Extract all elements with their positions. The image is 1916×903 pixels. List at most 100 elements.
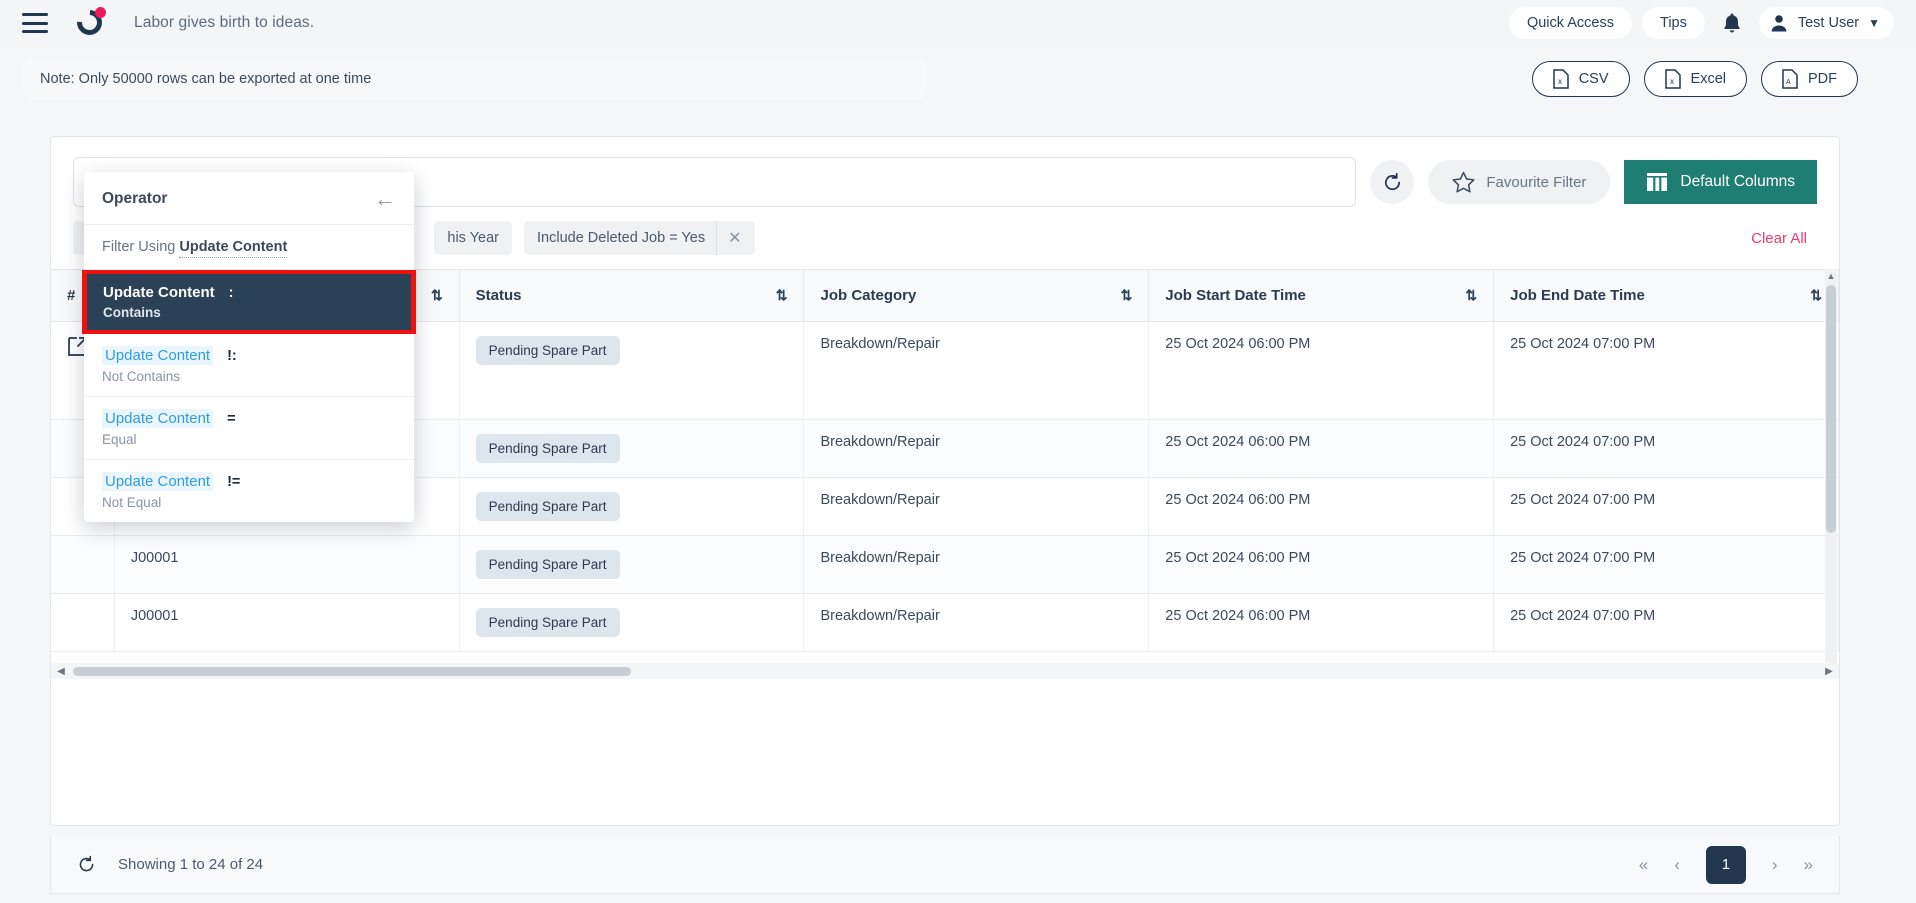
sort-toggle-icon[interactable]: ⇅ — [1465, 287, 1477, 304]
operator-option-field: Update Content — [102, 472, 214, 491]
column-header-label: Status — [475, 287, 522, 304]
status-badge: Pending Spare Part — [475, 492, 620, 521]
refresh-button[interactable] — [1370, 160, 1415, 204]
default-columns-label: Default Columns — [1680, 173, 1795, 190]
sort-toggle-icon[interactable]: ⇅ — [776, 287, 788, 304]
tagline-text: Labor gives birth to ideas. — [134, 14, 315, 31]
pagination-next-button[interactable]: › — [1772, 855, 1778, 875]
scroll-up-icon[interactable]: ▲ — [1825, 269, 1837, 283]
export-pdf-label: PDF — [1808, 71, 1837, 87]
pagination-first-button[interactable]: « — [1639, 855, 1648, 875]
table-vertical-scrollbar[interactable]: ▲ ▼ — [1825, 269, 1837, 679]
top-navigation-bar: Labor gives birth to ideas. Quick Access… — [0, 0, 1916, 46]
app-logo[interactable] — [71, 4, 108, 41]
favourite-filter-button[interactable]: Favourite Filter — [1428, 160, 1611, 204]
top-bar-actions: Quick Access Tips Test User ▼ — [1508, 6, 1894, 40]
cell-job-category: Breakdown/Repair — [803, 321, 1150, 420]
operator-option-field: Update Content — [102, 346, 214, 365]
row-action-cell[interactable] — [51, 593, 115, 652]
operator-option-description: Equal — [102, 432, 137, 447]
filter-chip[interactable]: his Year — [434, 221, 512, 255]
operator-option-equal[interactable]: Update Content = Equal — [84, 397, 414, 460]
quick-access-button[interactable]: Quick Access — [1508, 7, 1632, 39]
table-horizontal-scrollbar[interactable]: ◀ ▶ — [51, 663, 1839, 679]
table-footer: Showing 1 to 24 of 24 « ‹ 1 › » — [50, 836, 1840, 894]
clear-all-filters-button[interactable]: Clear All — [1751, 230, 1817, 247]
sort-toggle-icon[interactable]: ⇅ — [1121, 287, 1133, 304]
export-excel-button[interactable]: x Excel — [1643, 61, 1747, 97]
filter-chip-include-deleted-job[interactable]: Include Deleted Job = Yes ✕ — [524, 221, 755, 255]
filter-chip-label: his Year — [447, 230, 499, 246]
remove-filter-chip-icon[interactable]: ✕ — [716, 221, 742, 255]
pagination-last-button[interactable]: » — [1804, 855, 1813, 875]
cell-job-end: 25 Oct 2024 07:00 PM — [1493, 419, 1839, 478]
cell-job-end: 25 Oct 2024 07:00 PM — [1493, 477, 1839, 536]
logo-dot-icon — [95, 7, 106, 18]
operator-option-description: Not Contains — [102, 369, 181, 384]
column-header-status[interactable]: Status ⇅ — [459, 269, 805, 322]
arrow-left-icon[interactable]: ← — [374, 188, 396, 210]
cell-job-no: J00001 — [114, 593, 460, 652]
row-action-cell[interactable] — [51, 535, 115, 594]
cell-job-category: Breakdown/Repair — [803, 477, 1150, 536]
cell-job-start: 25 Oct 2024 06:00 PM — [1148, 535, 1495, 594]
cell-job-category: Breakdown/Repair — [803, 593, 1150, 652]
pagination-prev-button[interactable]: ‹ — [1674, 855, 1680, 875]
operator-dropdown-title: Operator — [102, 190, 168, 207]
horizontal-scroll-thumb[interactable] — [73, 666, 631, 676]
status-badge: Pending Spare Part — [475, 434, 620, 463]
sort-toggle-icon[interactable]: ⇅ — [431, 287, 443, 304]
filter-chip-label: Include Deleted Job = Yes — [537, 230, 706, 246]
export-pdf-button[interactable]: A PDF — [1761, 61, 1858, 97]
operator-option-symbol: !: — [227, 347, 237, 364]
column-header-label: Job Start Date Time — [1165, 287, 1306, 304]
export-csv-button[interactable]: x CSV — [1531, 61, 1630, 97]
filter-using-row: Filter Using Update Content — [84, 225, 414, 270]
cell-job-end: 25 Oct 2024 07:00 PM — [1493, 321, 1839, 420]
refresh-icon[interactable] — [77, 855, 96, 874]
operator-dropdown-panel: Operator ← Filter Using Update Content U… — [82, 172, 416, 522]
operator-option-contains[interactable]: Update Content : Contains — [82, 270, 416, 334]
showing-summary: Showing 1 to 24 of 24 — [77, 855, 263, 874]
pagination-page-1-button[interactable]: 1 — [1705, 845, 1746, 884]
svg-text:x: x — [1670, 77, 1674, 86]
table-row[interactable]: J00001 Pending Spare Part Breakdown/Repa… — [51, 535, 1839, 594]
pdf-file-icon: A — [1782, 69, 1798, 89]
tips-button[interactable]: Tips — [1642, 7, 1705, 39]
column-header-label: Job End Date Time — [1510, 287, 1645, 304]
status-badge: Pending Spare Part — [475, 608, 620, 637]
operator-option-not-equal[interactable]: Update Content != Not Equal — [84, 460, 414, 522]
note-and-export-row: Note: Only 50000 rows can be exported at… — [0, 46, 1916, 100]
scroll-right-icon[interactable]: ▶ — [1819, 666, 1839, 677]
cell-job-start: 25 Oct 2024 06:00 PM — [1148, 419, 1495, 478]
export-csv-label: CSV — [1578, 71, 1609, 87]
filter-using-field: Update Content — [179, 239, 288, 258]
sort-toggle-icon[interactable]: ⇅ — [1810, 287, 1822, 304]
export-limit-note: Note: Only 50000 rows can be exported at… — [22, 58, 927, 100]
vertical-scroll-thumb[interactable] — [1826, 285, 1836, 533]
svg-text:x: x — [1558, 77, 1562, 86]
notifications-bell-icon[interactable] — [1715, 6, 1749, 40]
column-header-job-start-date-time[interactable]: Job Start Date Time ⇅ — [1148, 269, 1495, 322]
star-icon — [1452, 171, 1475, 193]
cell-job-category: Breakdown/Repair — [803, 419, 1150, 478]
column-header-label: # — [67, 287, 76, 304]
column-header-job-category[interactable]: Job Category ⇅ — [803, 269, 1150, 322]
scroll-left-icon[interactable]: ◀ — [51, 666, 71, 677]
cell-job-start: 25 Oct 2024 06:00 PM — [1148, 321, 1495, 420]
user-menu-button[interactable]: Test User ▼ — [1758, 7, 1894, 39]
operator-option-symbol: : — [228, 284, 234, 301]
csv-file-icon: x — [1552, 69, 1569, 89]
default-columns-button[interactable]: Default Columns — [1624, 160, 1817, 204]
table-row[interactable]: J00001 Pending Spare Part Breakdown/Repa… — [51, 593, 1839, 652]
avatar-icon — [1771, 15, 1787, 32]
operator-option-not-contains[interactable]: Update Content !: Not Contains — [84, 334, 414, 397]
hamburger-menu-icon[interactable] — [22, 13, 48, 33]
cell-job-category: Breakdown/Repair — [803, 535, 1150, 594]
cell-status: Pending Spare Part — [459, 535, 805, 594]
favourite-filter-label: Favourite Filter — [1486, 173, 1587, 191]
svg-text:A: A — [1786, 79, 1791, 86]
column-header-job-end-date-time[interactable]: Job End Date Time ⇅ — [1493, 269, 1839, 322]
pagination: « ‹ 1 › » — [1639, 845, 1813, 884]
status-badge: Pending Spare Part — [475, 550, 620, 579]
